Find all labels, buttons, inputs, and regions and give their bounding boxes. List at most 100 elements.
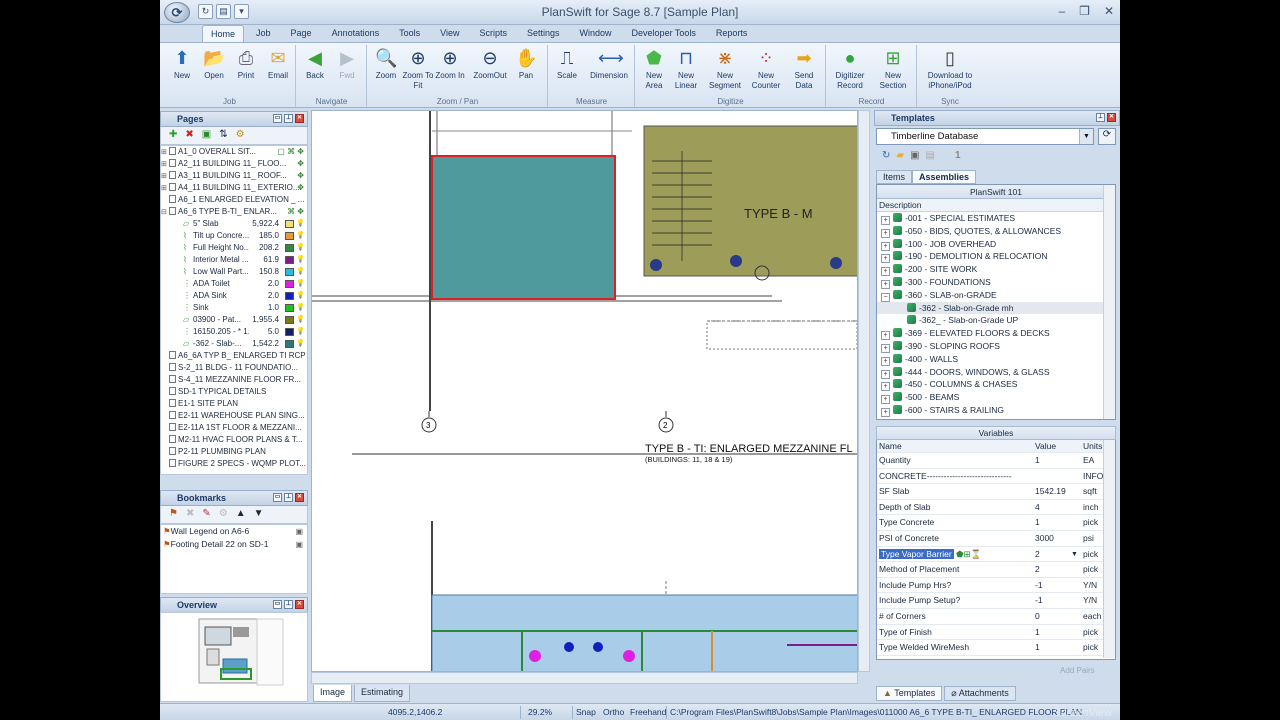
visibility-bulb-icon[interactable]: 💡 — [296, 218, 305, 230]
takeoff-color-swatch[interactable] — [285, 244, 294, 252]
variable-tool-icons[interactable]: ⬟⊞⌛ — [954, 549, 981, 559]
counter-mark[interactable] — [650, 259, 662, 271]
variables-scrollbar[interactable] — [1103, 440, 1115, 658]
page-item[interactable]: SD-1 TYPICAL DETAILS — [161, 386, 307, 398]
properties-icon[interactable]: ▣ — [910, 150, 919, 166]
panel-restore-icon[interactable]: ▭ — [273, 493, 282, 502]
tab-reports[interactable]: Reports — [708, 25, 756, 43]
takeoff-item[interactable]: ⌇ Full Height No... 208.2 💡 — [161, 242, 307, 254]
delete-bookmark-icon[interactable]: ✖ — [186, 508, 194, 521]
page-properties-icon[interactable]: ⚙ — [236, 129, 245, 142]
tab-page[interactable]: Page — [283, 25, 320, 43]
variable-value[interactable]: 1 — [1035, 515, 1079, 531]
expand-toggle-icon[interactable]: ⊞ — [161, 147, 169, 158]
variable-row[interactable]: Type Welded WireMesh 1 pick — [877, 640, 1105, 656]
expand-toggle-icon[interactable]: + — [881, 343, 890, 353]
tab-view[interactable]: View — [432, 25, 467, 43]
expand-toggle-icon[interactable]: + — [881, 331, 890, 341]
delete-page-icon[interactable]: ✖ — [185, 129, 193, 142]
panel-restore-icon[interactable]: ▭ — [273, 600, 282, 609]
ada-sink-counter[interactable] — [593, 642, 603, 652]
visibility-bulb-icon[interactable]: 💡 — [296, 242, 305, 254]
tab-attachments[interactable]: ⌀ Attachments — [944, 686, 1016, 701]
variable-value[interactable]: 1 — [1035, 453, 1079, 469]
tab-job[interactable]: Job — [248, 25, 279, 43]
page-item[interactable]: P2-11 PLUMBING PLAN — [161, 446, 307, 458]
expand-toggle-icon[interactable]: + — [881, 241, 890, 251]
zoom-to-fit-button[interactable]: ⊕ Zoom To Fit — [402, 47, 434, 91]
close-button[interactable]: ✕ — [1104, 4, 1114, 18]
assembly-item[interactable]: -362 - Slab-on-Grade mh — [877, 301, 1105, 315]
takeoff-item[interactable]: ⋮ Sink 1.0 💡 — [161, 302, 307, 314]
takeoff-color-swatch[interactable] — [285, 232, 294, 240]
panel-close-icon[interactable]: ✕ — [1107, 113, 1116, 122]
variable-row[interactable]: Quantity 1 EA — [877, 453, 1105, 469]
takeoff-color-swatch[interactable] — [285, 292, 294, 300]
variable-row[interactable]: Type of Finish 1 pick — [877, 625, 1105, 641]
assembly-item[interactable]: + -500 - BEAMS — [877, 391, 1105, 405]
tab-window[interactable]: Window — [572, 25, 620, 43]
variable-value[interactable]: 1542.19 — [1035, 484, 1079, 500]
ada-toilet-counter[interactable] — [529, 650, 541, 662]
takeoff-color-swatch[interactable] — [285, 256, 294, 264]
variable-row[interactable]: Include Pump Hrs? -1 Y/N — [877, 578, 1105, 594]
page-item[interactable]: E2-11 WAREHOUSE PLAN SING... — [161, 410, 307, 422]
zoom-in-button[interactable]: ⊕ Zoom In — [434, 47, 466, 81]
variable-row[interactable]: CONCRETE------------------------------ IN… — [877, 469, 1105, 485]
takeoff-color-swatch[interactable] — [285, 340, 294, 348]
new-area-button[interactable]: ⬟ New Area — [638, 47, 670, 91]
counter-mark[interactable] — [830, 257, 842, 269]
variable-value[interactable]: 4 — [1035, 500, 1079, 516]
expand-toggle-icon[interactable]: ⊞ — [161, 183, 169, 194]
visibility-bulb-icon[interactable]: 💡 — [296, 314, 305, 326]
folder-icon[interactable]: ▰ — [896, 150, 904, 166]
panel-close-icon[interactable]: ✕ — [295, 493, 304, 502]
email-button[interactable]: ✉ Email — [262, 47, 294, 81]
takeoff-item[interactable]: ⋮ ADA Toilet 2.0 💡 — [161, 278, 307, 290]
variable-row[interactable]: Method of Placement 2 pick — [877, 562, 1105, 578]
tab-tools[interactable]: Tools — [391, 25, 428, 43]
assemblies-scrollbar[interactable] — [1103, 185, 1115, 419]
page-item[interactable]: A6_6A TYP B_ ENLARGED TI RCP — [161, 350, 307, 362]
bookmark-item[interactable]: ⚑Footing Detail 22 on SD-1 ▣ — [161, 538, 307, 551]
send-data-button[interactable]: ➡ Send Data — [788, 47, 820, 91]
refresh-templates-icon[interactable]: ⟳ — [1098, 128, 1116, 145]
variable-row[interactable]: Type Concrete 1 pick — [877, 515, 1105, 531]
takeoff-color-swatch[interactable] — [285, 316, 294, 324]
expand-toggle-icon[interactable]: + — [881, 369, 890, 379]
open-button[interactable]: 📂 Open — [198, 47, 230, 81]
panel-pin-icon[interactable]: ⊥ — [1096, 113, 1105, 122]
variable-value[interactable]: 2 — [1035, 562, 1079, 578]
variable-value[interactable]: 1 — [1035, 640, 1079, 656]
tab-templates[interactable]: ▲ Templates — [876, 686, 943, 701]
move-up-icon[interactable]: ▲ — [236, 508, 246, 521]
visibility-bulb-icon[interactable]: 💡 — [296, 326, 305, 338]
assembly-item[interactable]: -362_ - Slab-on-Grade UP — [877, 314, 1105, 327]
page-item[interactable]: FIGURE 2 SPECS - WQMP PLOT... — [161, 458, 307, 470]
add-pairs-button[interactable]: Add Pairs — [1060, 666, 1095, 675]
pan-button[interactable]: ✋ Pan — [510, 47, 542, 81]
tab-developer-tools[interactable]: Developer Tools — [624, 25, 704, 43]
new-segment-button[interactable]: ⋇ New Segment — [706, 47, 744, 91]
variable-row[interactable]: Type Vapor Barrier ⬟⊞⌛ 2 pick ▼ — [877, 547, 1105, 563]
panel-pin-icon[interactable]: ⊥ — [284, 600, 293, 609]
expand-toggle-icon[interactable]: + — [881, 279, 890, 289]
drawing-horizontal-scrollbar[interactable] — [311, 672, 858, 684]
expand-toggle-icon[interactable]: + — [881, 407, 890, 417]
visibility-bulb-icon[interactable]: 💡 — [296, 302, 305, 314]
new-template-icon[interactable]: ↻ — [882, 150, 890, 166]
assembly-item[interactable]: + -450 - COLUMNS & CHASES — [877, 378, 1105, 392]
chevron-down-icon[interactable]: ▼ — [1071, 547, 1078, 563]
panel-pin-icon[interactable]: ⊥ — [284, 493, 293, 502]
new-linear-button[interactable]: ⊓ New Linear — [670, 47, 702, 91]
visibility-bulb-icon[interactable]: 💡 — [296, 338, 305, 350]
visibility-bulb-icon[interactable]: 💡 — [296, 254, 305, 266]
ada-sink-counter[interactable] — [564, 642, 574, 652]
minimize-button[interactable]: – — [1058, 4, 1065, 18]
assembly-item[interactable]: + -390 - SLOPING ROOFS — [877, 340, 1105, 353]
sort-pages-icon[interactable]: ⇅ — [219, 129, 227, 142]
expand-toggle-icon[interactable]: + — [881, 356, 890, 366]
add-page-icon[interactable]: ✚ — [169, 129, 177, 142]
expand-toggle-icon[interactable]: ⊞ — [161, 159, 169, 170]
assembly-item[interactable]: + -369 - ELEVATED FLOORS & DECKS — [877, 327, 1105, 341]
